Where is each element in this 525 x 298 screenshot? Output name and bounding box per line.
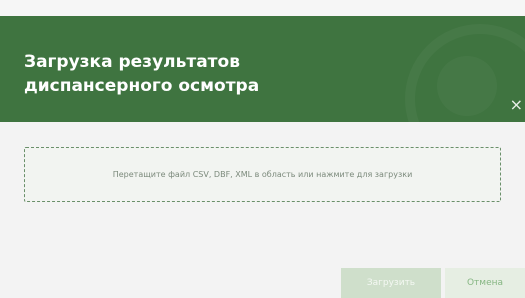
close-icon[interactable]: × — [510, 97, 523, 113]
dialog-title-line-2: диспансерного осмотра — [24, 76, 260, 96]
top-strip — [0, 0, 525, 16]
dropzone-text: Перетащите файл CSV, DBF, XML в область … — [112, 170, 413, 179]
dialog-header: Загрузка результатов диспансерного осмот… — [0, 16, 525, 122]
dialog-body: Перетащите файл CSV, DBF, XML в область … — [0, 122, 525, 298]
header-decoration-inner — [437, 56, 497, 116]
upload-results-dialog: Загрузка результатов диспансерного осмот… — [0, 0, 525, 298]
upload-button[interactable]: Загрузить — [341, 268, 441, 298]
file-dropzone[interactable]: Перетащите файл CSV, DBF, XML в область … — [24, 147, 501, 202]
dialog-title: Загрузка результатов диспансерного осмот… — [24, 50, 444, 98]
dialog-title-line-1: Загрузка результатов — [24, 52, 240, 72]
cancel-button[interactable]: Отмена — [445, 268, 525, 298]
